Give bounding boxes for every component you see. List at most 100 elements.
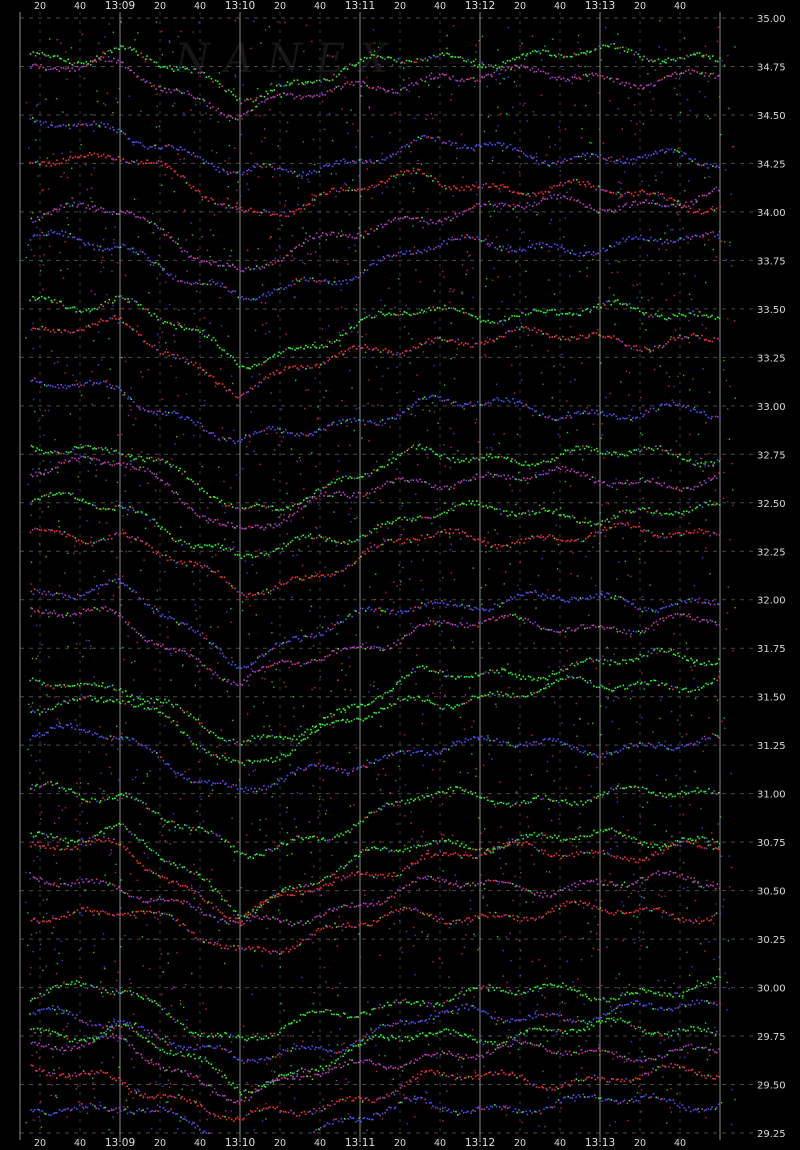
quote-point xyxy=(457,338,459,341)
quote-point xyxy=(50,229,52,232)
quote-point xyxy=(93,607,96,609)
quote-point xyxy=(58,208,61,211)
quote-point xyxy=(574,630,576,632)
quote-point xyxy=(424,603,426,605)
quote-point xyxy=(415,217,417,219)
quote-point xyxy=(39,163,41,166)
quote-point xyxy=(350,326,353,328)
quote-point xyxy=(310,81,312,83)
quote-point xyxy=(107,686,109,688)
quote-point xyxy=(618,511,621,513)
quote-point xyxy=(307,576,310,579)
quote-point xyxy=(680,313,683,316)
quote-point xyxy=(508,330,511,332)
quote-point xyxy=(676,613,679,615)
quote-point xyxy=(171,68,173,70)
quote-point xyxy=(619,83,622,85)
quote-point xyxy=(152,460,155,462)
quote-point xyxy=(409,539,411,541)
quote-point xyxy=(627,600,630,603)
quote-point xyxy=(203,335,206,338)
quote-point xyxy=(593,523,596,525)
quote-point xyxy=(278,645,281,647)
quote-point xyxy=(305,279,307,281)
quote-point xyxy=(462,311,465,314)
quote-point xyxy=(425,76,428,79)
quote-point xyxy=(459,504,461,506)
quote-point xyxy=(454,603,457,606)
quote-point xyxy=(124,621,127,623)
quote-point xyxy=(499,605,501,608)
quote-point xyxy=(429,620,432,622)
quote-point xyxy=(69,385,71,388)
quote-point xyxy=(648,60,650,62)
quote-point xyxy=(53,530,56,533)
quote-point xyxy=(363,56,366,59)
quote-point xyxy=(716,416,719,418)
quote-point xyxy=(396,351,399,354)
quote-point xyxy=(430,175,432,177)
quote-point xyxy=(136,159,138,162)
quote-point xyxy=(35,381,38,383)
quote-point xyxy=(214,79,217,82)
quote-point xyxy=(639,202,642,205)
quote-point xyxy=(279,428,281,430)
quote-point xyxy=(214,202,216,205)
quote-point xyxy=(448,186,451,188)
quote-point xyxy=(190,478,193,481)
quote-point xyxy=(641,507,644,509)
quote-point xyxy=(91,609,93,611)
quote-point xyxy=(449,78,452,81)
quote-point xyxy=(478,186,481,188)
quote-point xyxy=(133,467,136,470)
quote-point xyxy=(607,209,609,211)
quote-point xyxy=(361,347,364,349)
quote-point xyxy=(272,526,275,529)
quote-point xyxy=(522,53,524,55)
quote-point xyxy=(231,661,234,663)
quote-point xyxy=(87,542,89,545)
quote-point xyxy=(443,240,445,242)
quote-point xyxy=(235,396,237,398)
quote-point xyxy=(306,500,309,503)
quote-point xyxy=(344,160,346,163)
quote-point xyxy=(192,185,195,188)
quote-point xyxy=(336,709,338,711)
quote-point xyxy=(714,235,716,238)
quote-point xyxy=(246,553,248,556)
quote-point xyxy=(425,446,428,449)
quote-point xyxy=(692,211,695,214)
quote-point xyxy=(188,328,191,330)
quote-point xyxy=(176,354,179,356)
quote-point xyxy=(78,385,80,388)
quote-point xyxy=(74,384,76,386)
quote-point xyxy=(586,180,589,183)
quote-point xyxy=(425,341,427,343)
quote-point xyxy=(188,151,190,154)
quote-point xyxy=(43,213,45,215)
quote-point xyxy=(570,336,573,338)
quote-point xyxy=(691,235,694,238)
quote-point xyxy=(280,287,282,289)
quote-point xyxy=(300,535,303,538)
quote-point xyxy=(264,376,267,378)
quote-point xyxy=(652,478,654,480)
quote-point xyxy=(492,616,494,619)
quote-point xyxy=(84,456,86,458)
quote-point xyxy=(219,203,222,205)
quote-point xyxy=(564,466,567,468)
quote-point xyxy=(338,491,341,493)
quote-point xyxy=(148,702,151,704)
quote-point xyxy=(311,367,313,369)
quote-point xyxy=(474,342,477,345)
quote-point xyxy=(160,615,163,617)
quote-point xyxy=(111,51,113,54)
quote-point xyxy=(418,169,421,171)
quote-point xyxy=(194,512,197,515)
quote-point xyxy=(162,702,165,704)
quote-point xyxy=(155,698,158,700)
quote-point xyxy=(712,599,714,602)
quote-point xyxy=(162,322,165,325)
quote-point xyxy=(225,740,227,743)
quote-point xyxy=(122,211,124,213)
